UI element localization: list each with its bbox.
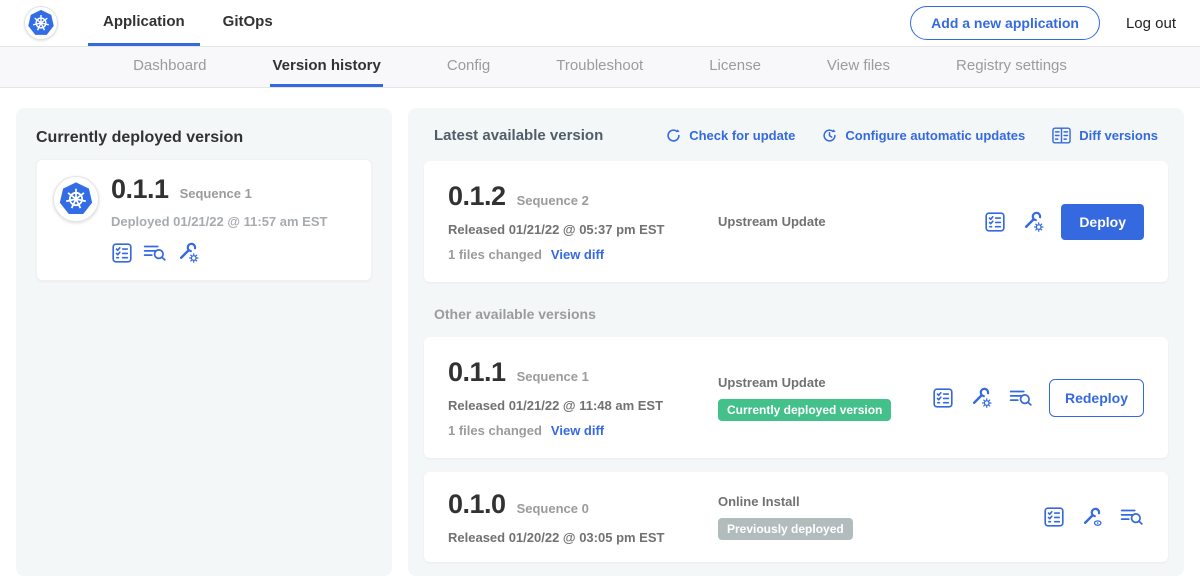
view-diff-link[interactable]: View diff <box>551 423 604 438</box>
deployed-timestamp: Deployed 01/21/22 @ 11:57 am EST <box>111 214 327 229</box>
view-logs-icon[interactable] <box>1120 506 1144 528</box>
kubernetes-app-icon <box>53 176 99 222</box>
subnav-registry-settings[interactable]: Registry settings <box>954 47 1069 87</box>
sequence-label: Sequence 1 <box>517 369 589 384</box>
deploy-button[interactable]: Deploy <box>1061 204 1144 240</box>
diff-versions-link[interactable]: Diff versions <box>1051 126 1158 145</box>
latest-version-title: Latest available version <box>434 127 603 144</box>
add-application-button[interactable]: Add a new application <box>910 6 1100 40</box>
version-history-panel: Latest available version Check for updat… <box>408 108 1184 576</box>
currently-deployed-card: Currently deployed version 0.1.1 Sequenc… <box>16 108 392 576</box>
edit-config-icon[interactable] <box>970 386 993 409</box>
version-number: 0.1.1 <box>448 357 506 388</box>
diff-versions-label: Diff versions <box>1079 128 1158 143</box>
release-notes-icon[interactable] <box>932 387 954 409</box>
check-update-icon <box>665 127 682 144</box>
subnav-license[interactable]: License <box>707 47 763 87</box>
tab-application[interactable]: Application <box>88 0 200 46</box>
deployed-sequence-label: Sequence 1 <box>180 186 252 201</box>
release-notes-icon[interactable] <box>1043 506 1065 528</box>
other-versions-title: Other available versions <box>434 306 1158 322</box>
configure-automatic-updates-link[interactable]: Configure automatic updates <box>821 127 1025 144</box>
version-number: 0.1.0 <box>448 489 506 520</box>
view-config-icon[interactable] <box>1081 506 1104 529</box>
released-timestamp: Released 01/20/22 @ 03:05 pm EST <box>448 530 700 545</box>
deployed-version-number: 0.1.1 <box>111 174 169 205</box>
check-for-update-link[interactable]: Check for update <box>665 127 795 144</box>
logout-link[interactable]: Log out <box>1126 15 1176 32</box>
edit-config-icon[interactable] <box>177 241 200 264</box>
subnav-version-history[interactable]: Version history <box>270 47 382 87</box>
sequence-label: Sequence 2 <box>517 193 589 208</box>
auto-updates-icon <box>821 127 838 144</box>
subnav-troubleshoot[interactable]: Troubleshoot <box>554 47 645 87</box>
files-changed-label: 1 files changed <box>448 423 542 438</box>
top-bar: Application GitOps Add a new application… <box>0 0 1200 47</box>
configure-automatic-updates-label: Configure automatic updates <box>845 128 1025 143</box>
released-timestamp: Released 01/21/22 @ 05:37 pm EST <box>448 222 700 237</box>
subnav-dashboard[interactable]: Dashboard <box>131 47 208 87</box>
check-for-update-label: Check for update <box>689 128 795 143</box>
release-notes-icon[interactable] <box>984 211 1006 233</box>
diff-icon <box>1051 126 1072 145</box>
app-tabs: Application GitOps <box>88 0 288 46</box>
version-row-0-1-2: 0.1.2 Sequence 2 Released 01/21/22 @ 05:… <box>424 161 1168 282</box>
version-source-label: Upstream Update <box>718 375 922 390</box>
version-number: 0.1.2 <box>448 181 506 212</box>
view-logs-icon[interactable] <box>1009 387 1033 409</box>
kubernetes-logo-icon <box>24 6 58 40</box>
version-row-0-1-0: 0.1.0 Sequence 0 Released 01/20/22 @ 03:… <box>424 472 1168 562</box>
app-subnav: Dashboard Version history Config Trouble… <box>0 47 1200 88</box>
released-timestamp: Released 01/21/22 @ 11:48 am EST <box>448 398 700 413</box>
subnav-config[interactable]: Config <box>445 47 492 87</box>
edit-config-icon[interactable] <box>1022 210 1045 233</box>
currently-deployed-badge: Currently deployed version <box>718 399 891 421</box>
version-row-0-1-1: 0.1.1 Sequence 1 Released 01/21/22 @ 11:… <box>424 337 1168 458</box>
currently-deployed-title: Currently deployed version <box>36 129 372 147</box>
sequence-label: Sequence 0 <box>517 501 589 516</box>
previously-deployed-badge: Previously deployed <box>718 518 853 540</box>
tab-gitops[interactable]: GitOps <box>208 0 288 46</box>
release-notes-icon[interactable] <box>111 242 133 264</box>
version-source-label: Online Install <box>718 494 1033 509</box>
deployed-version-card: 0.1.1 Sequence 1 Deployed 01/21/22 @ 11:… <box>36 159 372 281</box>
files-changed-label: 1 files changed <box>448 247 542 262</box>
view-logs-icon[interactable] <box>143 242 167 264</box>
version-source-label: Upstream Update <box>718 214 974 229</box>
redeploy-button[interactable]: Redeploy <box>1049 379 1144 417</box>
view-diff-link[interactable]: View diff <box>551 247 604 262</box>
subnav-view-files[interactable]: View files <box>825 47 892 87</box>
